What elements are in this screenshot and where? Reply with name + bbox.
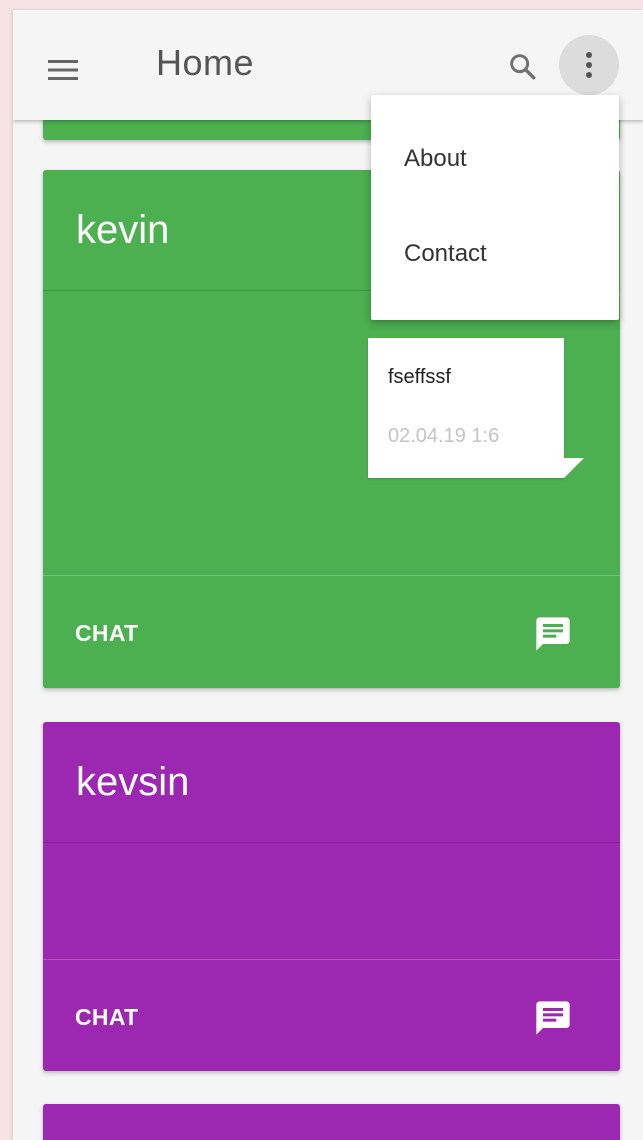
overflow-menu: About Contact (371, 95, 619, 320)
page-title: Home (156, 42, 255, 83)
card-partial-bottom[interactable] (43, 1104, 620, 1140)
search-button[interactable] (501, 45, 545, 89)
message-text: fseffssf (388, 366, 451, 388)
search-icon (510, 54, 536, 80)
menu-item-about[interactable]: About (371, 113, 619, 203)
chat-button[interactable]: CHAT (75, 1004, 138, 1031)
menu-item-contact[interactable]: Contact (371, 208, 619, 298)
menu-item-label: Contact (404, 240, 487, 267)
message-bubble: fseffssf 02.04.19 1:6 (368, 338, 564, 478)
menu-button[interactable] (43, 50, 83, 90)
chat-button[interactable]: CHAT (75, 620, 138, 647)
card-title: kevin (76, 208, 170, 252)
card-header: kevsin (43, 722, 620, 843)
card-footer: CHAT (43, 959, 620, 1071)
app-viewport: kevin fseffssf 02.04.19 1:6 CHAT kevsin … (13, 10, 643, 1140)
chat-card-kevsin: kevsin CHAT (43, 722, 620, 1071)
more-options-button[interactable] (559, 35, 619, 95)
card-footer: CHAT (43, 575, 620, 688)
menu-item-label: About (404, 145, 467, 172)
message-timestamp: 02.04.19 1:6 (388, 425, 500, 447)
chat-icon[interactable] (533, 614, 573, 654)
message-bubble-tail (564, 458, 584, 478)
card-title: kevsin (76, 760, 190, 804)
chat-icon[interactable] (533, 998, 573, 1038)
more-vertical-icon (586, 52, 592, 78)
hamburger-menu-icon (48, 60, 78, 80)
